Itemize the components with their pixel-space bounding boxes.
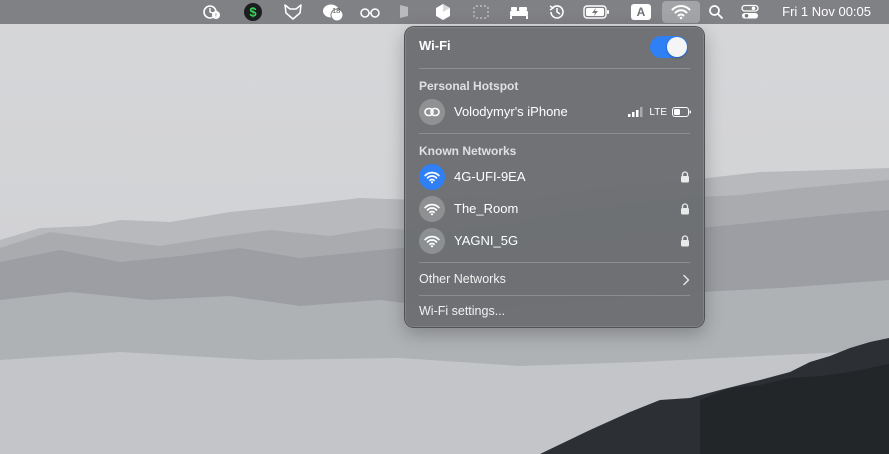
divider (419, 68, 690, 69)
wifi-menu: Wi-Fi Personal Hotspot Volodymyr's iPhon… (404, 26, 705, 328)
personal-hotspot-label: Personal Hotspot (419, 79, 519, 93)
network-row[interactable]: YAGNI_5G (411, 227, 698, 255)
known-networks-label: Known Networks (419, 144, 517, 158)
timer-badge-icon[interactable]: ! (200, 0, 224, 24)
wifi-icon[interactable] (662, 1, 700, 23)
menu-bar-clock[interactable]: Fri 1 Nov 00:05 (782, 0, 871, 24)
lock-icon (681, 235, 689, 247)
wifi-icon (419, 228, 445, 254)
wifi-toggle-knob (667, 37, 687, 57)
other-networks-label: Other Networks (419, 272, 506, 286)
search-icon[interactable] (705, 0, 727, 24)
divider (419, 133, 690, 134)
input-source-icon[interactable]: A (628, 0, 654, 24)
hotspot-name: Volodymyr's iPhone (454, 104, 568, 119)
messages-badge-icon[interactable]: 18 (321, 0, 345, 24)
network-name: 4G-UFI-9EA (454, 169, 526, 184)
network-name: YAGNI_5G (454, 233, 519, 248)
wifi-menu-title: Wi-Fi (419, 38, 451, 53)
wifi-icon (419, 196, 445, 222)
wifi-toggle[interactable] (650, 36, 688, 58)
wifi-settings-item[interactable]: Wi-Fi settings... (419, 304, 505, 318)
dollar-app-icon[interactable]: $ (241, 0, 265, 24)
divider (419, 295, 690, 296)
battery-charging-icon[interactable] (582, 0, 612, 24)
hotspot-status: LTE (628, 105, 692, 119)
signal-bars-icon (628, 107, 643, 117)
wifi-icon (419, 164, 445, 190)
network-name: The_Room (454, 201, 519, 216)
link-icon (419, 99, 445, 125)
other-networks-item[interactable]: Other Networks (419, 272, 690, 290)
bed-icon[interactable] (507, 0, 531, 24)
hotspot-row[interactable]: Volodymyr's iPhone LTE (411, 98, 698, 126)
fox-icon[interactable] (281, 0, 305, 24)
box-icon[interactable] (432, 0, 454, 24)
chevron-right-icon (683, 274, 690, 286)
lock-icon (681, 203, 689, 215)
menu-bar: ! $ 18 A Fri 1 Nov 00:05 (0, 0, 889, 24)
glasses-icon[interactable] (358, 0, 382, 24)
network-row[interactable]: 4G-UFI-9EA (411, 163, 698, 191)
hotspot-network-type: LTE (649, 106, 667, 118)
input-source-letter: A (631, 4, 651, 20)
lock-icon (681, 171, 689, 183)
battery-icon (672, 107, 691, 117)
network-row[interactable]: The_Room (411, 195, 698, 223)
messages-badge-count: 18 (332, 6, 341, 15)
divider (419, 262, 690, 263)
control-center-icon[interactable] (738, 0, 762, 24)
svg-text:$: $ (249, 5, 257, 20)
time-machine-icon[interactable] (545, 0, 569, 24)
dotted-square-icon[interactable] (470, 0, 492, 24)
flag-icon[interactable] (394, 0, 414, 24)
